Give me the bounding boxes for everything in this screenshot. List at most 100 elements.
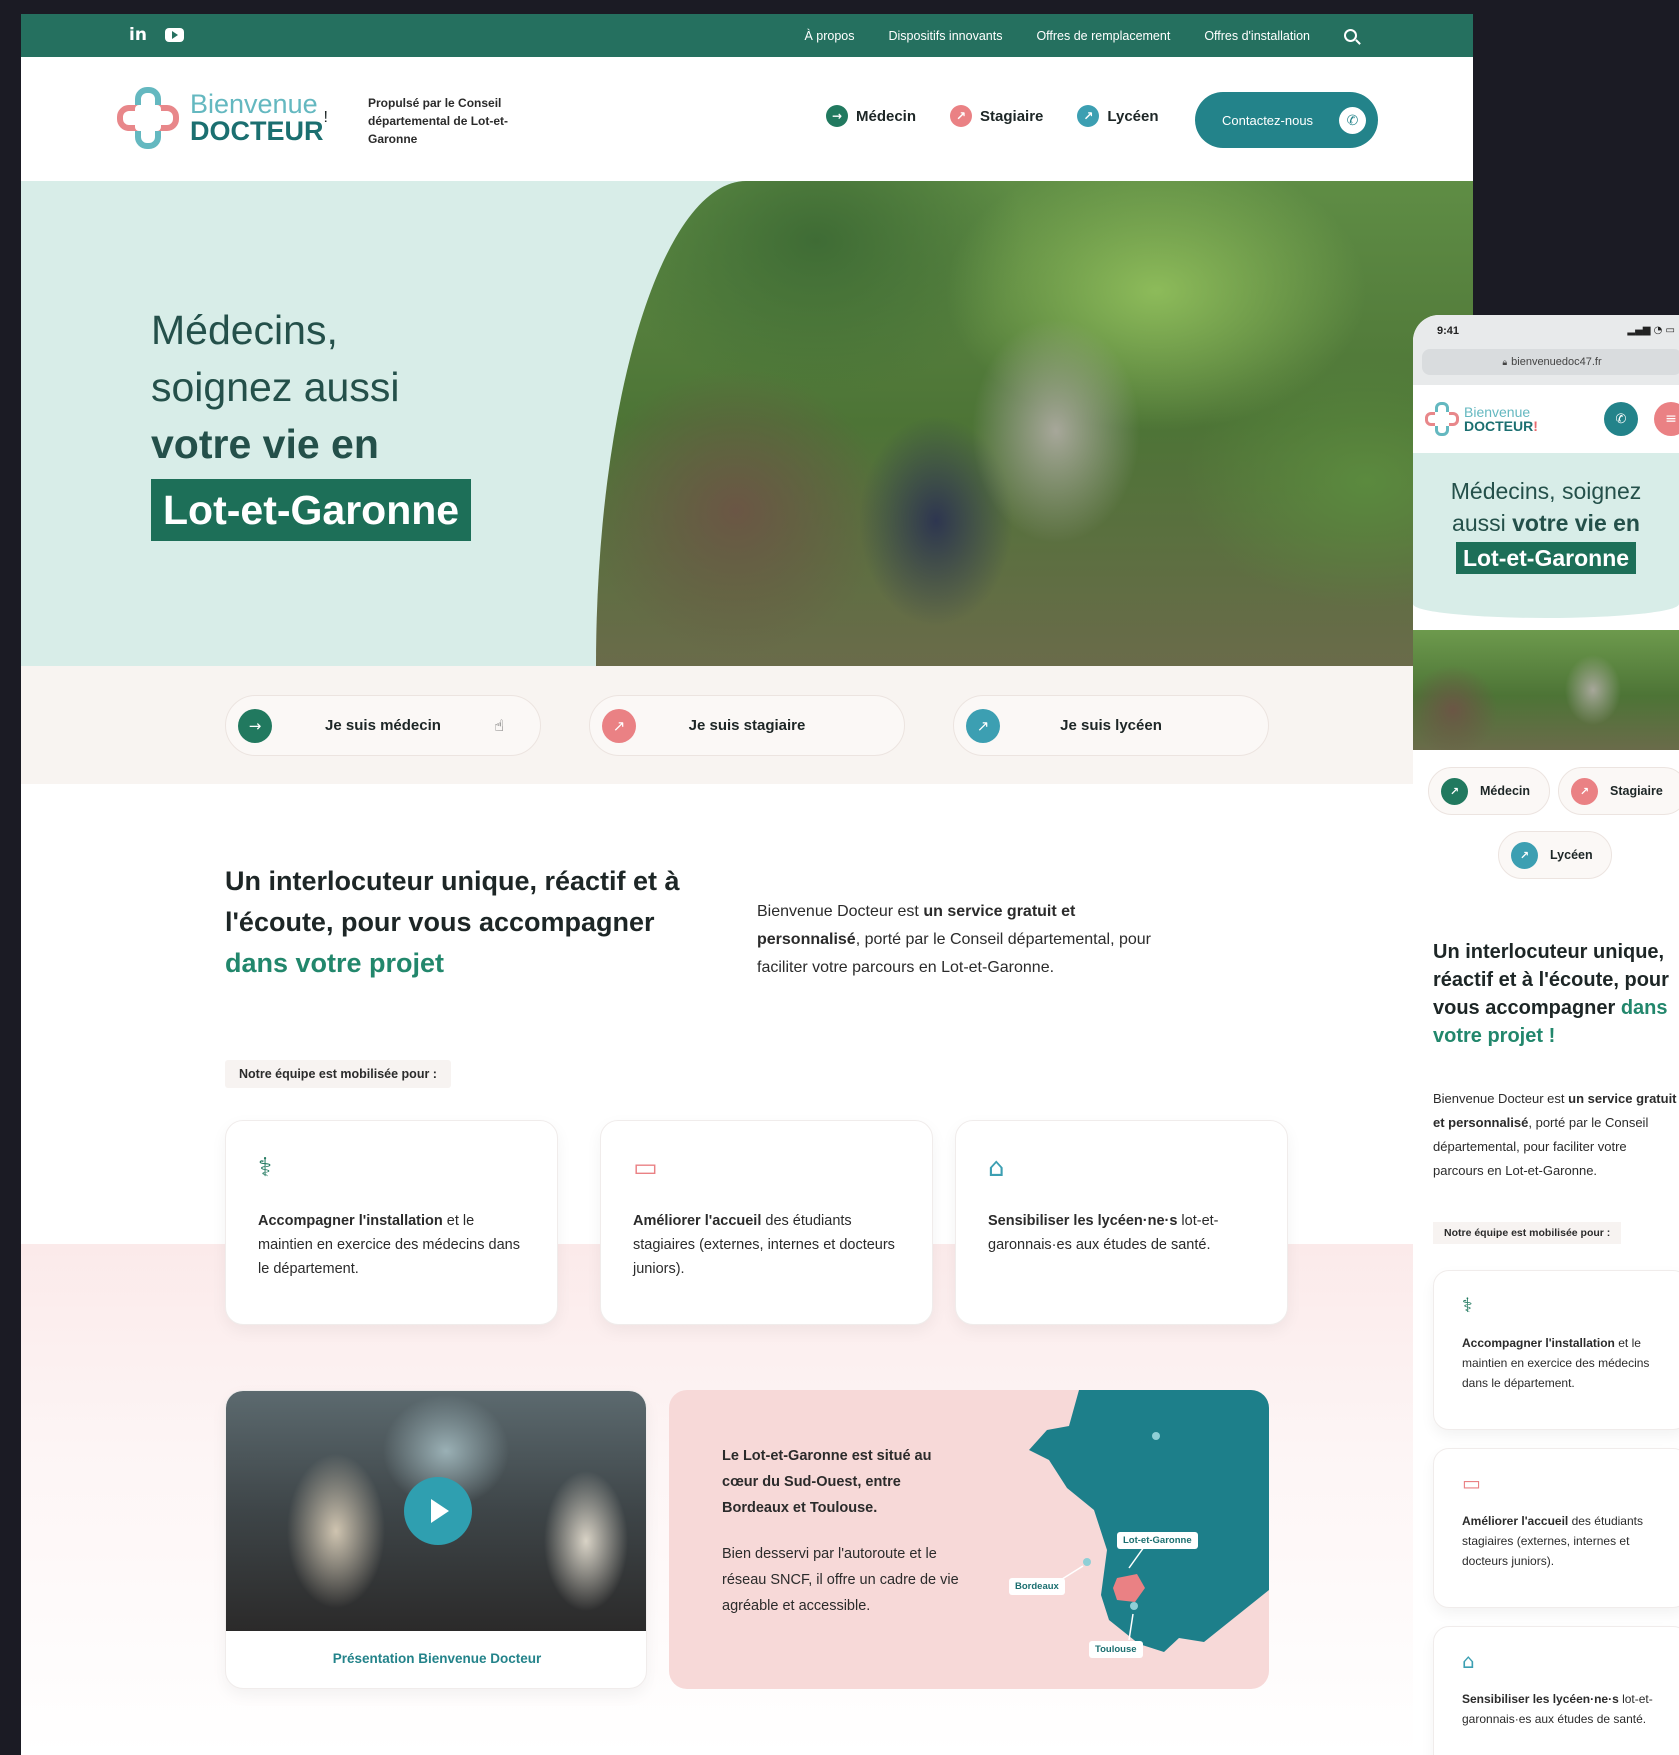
card-text: Améliorer l'accueil des étudiants stagia…: [1462, 1511, 1672, 1571]
profile-lyceen-button[interactable]: ↗ Je suis lycéen: [953, 695, 1269, 756]
intro-paragraph: Bienvenue Docteur est un service gratuit…: [757, 898, 1177, 982]
card-bold: Sensibiliser les lycéen·ne·s: [988, 1213, 1178, 1229]
mobile-header: Bienvenue DOCTEUR! ✆ ≡: [1413, 385, 1679, 453]
logo-line-2: DOCTEUR: [1464, 418, 1534, 434]
arrow-up-right-icon: ↗: [1571, 777, 1598, 805]
top-nav-replacement[interactable]: Offres de remplacement: [1036, 29, 1170, 43]
arrow-up-right-icon: ↗: [1077, 105, 1100, 127]
student-card-icon: ▭: [1462, 1471, 1481, 1495]
map-tag-lot-et-garonne: Lot-et-Garonne: [1117, 1532, 1198, 1549]
arrow-up-right-icon: ↗: [1441, 777, 1468, 805]
mobile-hero: Médecins, soignez aussi votre vie en Lot…: [1413, 453, 1679, 618]
mobile-hero-title: Médecins, soignez aussi votre vie en Lot…: [1413, 475, 1679, 574]
mobile-mission-card: ⚕ Accompagner l'installation et le maint…: [1433, 1270, 1679, 1430]
logo-exclamation: !: [323, 109, 328, 126]
hero-photo: [596, 181, 1473, 666]
hero-tag: Lot-et-Garonne: [151, 479, 472, 541]
nav-medecin[interactable]: → Médecin: [826, 105, 916, 127]
backpack-icon: ⌂: [1462, 1649, 1475, 1673]
hero: Médecins, soignez aussi votre vie en Lot…: [21, 181, 1473, 666]
mobile-hero-tag: Lot-et-Garonne: [1455, 542, 1637, 574]
hero-title: Médecins, soignez aussi votre vie en Lot…: [151, 302, 472, 541]
hero-line-2: soignez aussi: [151, 364, 400, 410]
intro-heading-accent: dans votre projet: [225, 948, 445, 978]
card-text: Sensibiliser les lycéen·ne·s lot-et-garo…: [988, 1209, 1255, 1257]
intro-heading-main: Un interlocuteur unique, réactif et à l'…: [225, 866, 680, 937]
address-bar[interactable]: 🔒︎ bienvenuedoc47.fr: [1422, 349, 1679, 375]
logo-line-1: Bienvenue: [1464, 404, 1531, 420]
mobile-hero-line-2b: votre vie en: [1512, 510, 1640, 536]
top-nav-installation[interactable]: Offres d'installation: [1204, 29, 1310, 43]
nav-label: Médecin: [856, 107, 917, 125]
nav-stagiaire[interactable]: ↗ Stagiaire: [950, 105, 1043, 127]
site-header: Bienvenue DOCTEUR ! Propulsé par le Cons…: [21, 57, 1473, 181]
intro-heading: Un interlocuteur unique, réactif et à l'…: [225, 861, 685, 984]
phone-icon: ✆: [1339, 107, 1366, 134]
url-text: bienvenuedoc47.fr: [1511, 356, 1602, 368]
lock-icon: 🔒︎: [1502, 356, 1508, 367]
phone-icon[interactable]: ✆: [1604, 402, 1638, 436]
contact-button[interactable]: Contactez-nous ✆: [1195, 92, 1378, 148]
profile-label: Je suis stagiaire: [688, 717, 806, 734]
map-text-1: Le Lot-et-Garonne est situé au cœur du S…: [722, 1448, 932, 1516]
mobile-logo[interactable]: Bienvenue DOCTEUR!: [1425, 402, 1538, 436]
status-time: 9:41: [1437, 325, 1460, 337]
play-icon[interactable]: [404, 1477, 472, 1545]
mobilised-label: Notre équipe est mobilisée pour :: [225, 1060, 451, 1088]
mobile-mobilised-label: Notre équipe est mobilisée pour :: [1433, 1222, 1622, 1244]
card-bold: Sensibiliser les lycéen·ne·s: [1462, 1692, 1619, 1706]
youtube-icon[interactable]: [164, 28, 184, 42]
main-nav: → Médecin ↗ Stagiaire ↗ Lycéen: [826, 105, 1159, 127]
search-icon[interactable]: [1344, 29, 1357, 42]
card-bold: Améliorer l'accueil: [633, 1213, 762, 1229]
mission-card: ▭ Améliorer l'accueil des étudiants stag…: [600, 1120, 933, 1325]
card-text: Améliorer l'accueil des étudiants stagia…: [633, 1209, 900, 1281]
arrow-up-right-icon: ↗: [1511, 841, 1538, 869]
profile-label: Je suis lycéen: [1060, 717, 1162, 734]
stethoscope-icon: ⚕: [258, 1153, 273, 1183]
pill-label: Médecin: [1480, 784, 1531, 798]
map-tag-bordeaux: Bordeaux: [1009, 1578, 1065, 1595]
intro-text: Bienvenue Docteur est: [757, 903, 924, 920]
desktop-mockup: in À propos Dispositifs innovants Offres…: [21, 14, 1473, 1755]
map-card: Le Lot-et-Garonne est situé au cœur du S…: [669, 1390, 1269, 1689]
social-links: in: [129, 26, 184, 44]
stethoscope-icon: ⚕: [1462, 1293, 1473, 1317]
linkedin-icon[interactable]: in: [129, 26, 147, 44]
arrow-up-right-icon: ↗: [966, 708, 1000, 743]
mobile-pill-lyceen[interactable]: ↗ Lycéen: [1498, 831, 1612, 879]
cross-logo-icon: [1425, 402, 1459, 436]
mobile-status-bar: 9:41 ▂▄▆ ◔ ▭ 🔒︎ bienvenuedoc47.fr: [1413, 315, 1679, 385]
profile-medecin-button[interactable]: → Je suis médecin ☝: [225, 695, 541, 756]
mobile-intro-heading: Un interlocuteur unique, réactif et à l'…: [1433, 938, 1679, 1050]
intro-text: Bienvenue Docteur est: [1433, 1091, 1569, 1106]
profile-selector: → Je suis médecin ☝ ↗ Je suis stagiaire …: [21, 666, 1473, 784]
card-bold: Accompagner l'installation: [258, 1213, 443, 1229]
nav-label: Stagiaire: [980, 107, 1044, 125]
arrow-right-icon: →: [238, 708, 272, 743]
menu-icon[interactable]: ≡: [1654, 402, 1679, 436]
arrow-up-right-icon: ↗: [602, 708, 636, 743]
card-text: Accompagner l'installation et le maintie…: [1462, 1333, 1672, 1393]
top-nav-innovative[interactable]: Dispositifs innovants: [889, 29, 1003, 43]
video-caption[interactable]: Présentation Bienvenue Docteur: [226, 1639, 646, 1679]
logo-text: Bienvenue DOCTEUR: [190, 91, 324, 145]
mobile-mockup: 9:41 ▂▄▆ ◔ ▭ 🔒︎ bienvenuedoc47.fr Bienven…: [1413, 315, 1679, 1755]
nav-label: Lycéen: [1107, 107, 1159, 125]
card-text: Accompagner l'installation et le maintie…: [258, 1209, 525, 1281]
map-tag-toulouse: Toulouse: [1089, 1641, 1143, 1658]
mission-card: ⚕ Accompagner l'installation et le maint…: [225, 1120, 558, 1325]
map-text-2: Bien desservi par l'autoroute et le rése…: [722, 1546, 959, 1614]
cross-logo-icon: [117, 87, 179, 149]
hero-line-1: Médecins,: [151, 307, 338, 353]
video-card[interactable]: Présentation Bienvenue Docteur: [225, 1390, 647, 1689]
top-nav-about[interactable]: À propos: [804, 29, 854, 43]
profile-stagiaire-button[interactable]: ↗ Je suis stagiaire: [589, 695, 905, 756]
nav-lyceen[interactable]: ↗ Lycéen: [1077, 105, 1159, 127]
mobile-mission-card: ▭ Améliorer l'accueil des étudiants stag…: [1433, 1448, 1679, 1608]
mobile-pill-stagiaire[interactable]: ↗ Stagiaire: [1558, 767, 1679, 815]
logo-exclamation: !: [1533, 418, 1538, 434]
arrow-right-icon: →: [826, 105, 848, 127]
logo[interactable]: Bienvenue DOCTEUR !: [117, 87, 328, 149]
mobile-pill-medecin[interactable]: ↗ Médecin: [1428, 767, 1550, 815]
